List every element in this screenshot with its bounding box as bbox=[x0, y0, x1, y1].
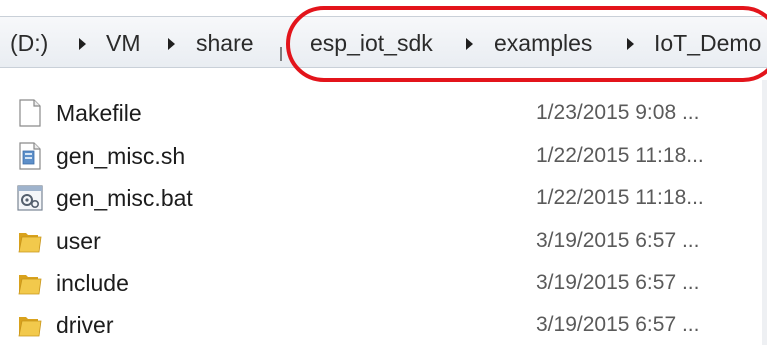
folder-name[interactable]: include bbox=[56, 269, 129, 297]
file-date: 3/19/2015 6:57 ... bbox=[536, 229, 700, 252]
file-row-gen-misc-sh[interactable]: gen_misc.sh 1/22/2015 11:18... bbox=[0, 136, 767, 176]
file-row-gen-misc-bat[interactable]: gen_misc.bat 1/22/2015 11:18... bbox=[0, 178, 767, 218]
file-name[interactable]: Makefile bbox=[56, 99, 142, 127]
file-date: 3/19/2015 6:57 ... bbox=[536, 271, 700, 294]
breadcrumb-separator-icon[interactable] bbox=[627, 38, 634, 50]
file-row-user[interactable]: user 3/19/2015 6:57 ... bbox=[0, 221, 767, 261]
file-name[interactable]: gen_misc.bat bbox=[56, 184, 193, 212]
folder-icon bbox=[16, 227, 44, 255]
file-row-driver[interactable]: driver 3/19/2015 6:57 ... bbox=[0, 305, 767, 345]
file-date: 1/22/2015 11:18... bbox=[536, 144, 704, 167]
file-date: 3/19/2015 6:57 ... bbox=[536, 313, 700, 336]
folder-name[interactable]: driver bbox=[56, 311, 114, 339]
address-bar[interactable]: (D:) VM share esp_iot_sdk examples IoT_D… bbox=[0, 16, 767, 68]
breadcrumb-separator-icon[interactable] bbox=[168, 38, 175, 50]
file-name[interactable]: gen_misc.sh bbox=[56, 142, 185, 170]
breadcrumb-iot-demo[interactable]: IoT_Demo bbox=[654, 29, 761, 57]
folder-icon bbox=[16, 269, 44, 297]
file-date: 1/23/2015 9:08 ... bbox=[536, 101, 700, 124]
breadcrumb-separator-icon[interactable] bbox=[466, 38, 473, 50]
breadcrumb-separator-icon[interactable] bbox=[79, 38, 86, 50]
file-row-makefile[interactable]: Makefile 1/23/2015 9:08 ... bbox=[0, 93, 767, 133]
breadcrumb-vm[interactable]: VM bbox=[106, 29, 141, 57]
batch-file-icon bbox=[16, 184, 44, 212]
file-date: 1/22/2015 11:18... bbox=[536, 186, 704, 209]
breadcrumb-separator-icon bbox=[280, 47, 282, 61]
file-row-include[interactable]: include 3/19/2015 6:57 ... bbox=[0, 263, 767, 303]
scrollbar[interactable] bbox=[762, 80, 767, 345]
folder-name[interactable]: user bbox=[56, 227, 101, 255]
text-file-icon bbox=[16, 99, 44, 127]
breadcrumb-share[interactable]: share bbox=[196, 29, 254, 57]
script-file-icon bbox=[16, 142, 44, 170]
breadcrumb-examples[interactable]: examples bbox=[494, 29, 592, 57]
breadcrumb-drive-d[interactable]: (D:) bbox=[10, 29, 48, 57]
breadcrumb-esp-iot-sdk[interactable]: esp_iot_sdk bbox=[310, 29, 433, 57]
folder-icon bbox=[16, 311, 44, 339]
